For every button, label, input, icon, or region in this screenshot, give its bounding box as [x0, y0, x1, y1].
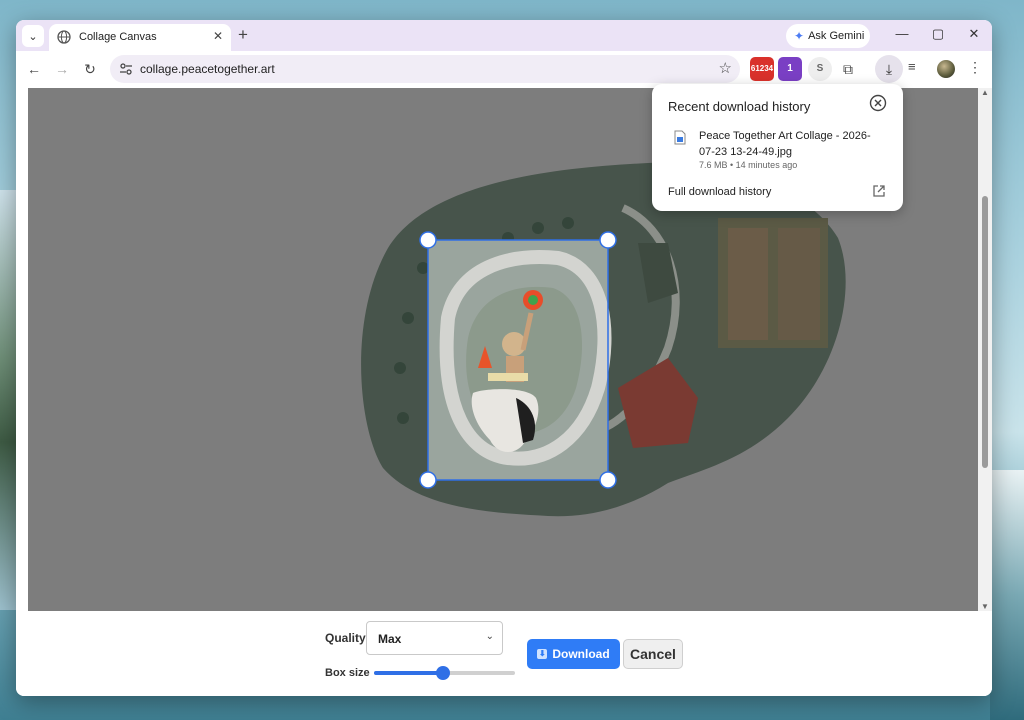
tab-collage-canvas[interactable]: Collage Canvas ✕ [49, 24, 231, 51]
scroll-down-icon[interactable]: ▼ [981, 602, 989, 611]
extensions-puzzle-icon[interactable]: ⧉ [836, 57, 860, 81]
resize-handle-top-left [419, 231, 437, 249]
minimize-icon[interactable]: — [890, 26, 914, 46]
image-file-icon [674, 130, 686, 145]
full-download-history-link[interactable]: Full download history [668, 186, 771, 198]
browser-toolbar: ← → ↻ collage.peacetogether.art ☆ 61234 … [16, 51, 992, 88]
download-history-popup: Recent download history Peace Together A… [652, 84, 903, 211]
site-settings-icon[interactable] [118, 61, 134, 77]
menu-dots-icon[interactable]: ⋮ [968, 59, 982, 76]
quality-label: Quality [325, 631, 366, 645]
ask-gemini-label: Ask Gemini [808, 30, 865, 42]
maximize-icon[interactable]: ▢ [926, 26, 950, 46]
new-tab-button[interactable]: + [238, 25, 248, 45]
download-controls-panel: Quality Max ⌄ Box size ⬇ Download Cancel [16, 611, 992, 696]
box-size-slider[interactable] [374, 666, 515, 680]
resize-handle-top-right [599, 231, 617, 249]
extension-purple-icon[interactable]: 1 [778, 57, 802, 81]
download-label: Download [552, 647, 610, 661]
address-bar[interactable]: collage.peacetogether.art ☆ [110, 55, 740, 83]
downloaded-file-name[interactable]: Peace Together Art Collage - 2026-07-23 … [699, 128, 879, 160]
cancel-button[interactable]: Cancel [623, 639, 683, 669]
extension-counter-icon[interactable]: 61234 [750, 57, 774, 81]
download-button[interactable]: ⬇ Download [527, 639, 620, 669]
bookmark-star-icon[interactable]: ☆ [719, 59, 732, 77]
close-tab-icon[interactable]: ✕ [213, 29, 223, 43]
quality-value: Max [378, 632, 402, 646]
vertical-scrollbar[interactable]: ▲ ▼ [978, 88, 992, 611]
ask-gemini-button[interactable]: ✦ Ask Gemini [786, 24, 870, 48]
quality-select[interactable]: Max ⌄ [366, 621, 503, 655]
resize-handle-bottom-right [599, 471, 617, 489]
extension-s-icon[interactable]: S [808, 57, 832, 81]
media-controls-icon[interactable]: ≡ [908, 59, 916, 74]
box-size-label: Box size [325, 667, 370, 679]
tab-search-button[interactable]: ⌄ [22, 25, 44, 47]
close-circle-icon[interactable] [869, 94, 887, 112]
downloaded-file-meta: 7.6 MB • 14 minutes ago [699, 160, 798, 170]
url-text: collage.peacetogether.art [140, 62, 275, 76]
profile-avatar[interactable] [937, 60, 955, 78]
chevron-down-icon: ⌄ [485, 631, 494, 642]
tab-title: Collage Canvas [79, 31, 157, 43]
tab-strip: ⌄ Collage Canvas ✕ + ✦ Ask Gemini — ▢ ✕ [16, 20, 992, 51]
slider-thumb[interactable] [436, 666, 451, 680]
globe-icon [57, 30, 71, 44]
resize-handle-bottom-left [419, 471, 437, 489]
forward-arrow-icon[interactable]: → [52, 59, 72, 79]
close-window-icon[interactable]: ✕ [962, 26, 986, 46]
popup-title: Recent download history [668, 99, 811, 114]
scroll-up-icon[interactable]: ▲ [981, 88, 989, 97]
slider-fill [374, 671, 444, 675]
scroll-thumb[interactable] [982, 196, 988, 468]
desktop-wallpaper-right [990, 470, 1024, 720]
gemini-sparkle-icon: ✦ [794, 29, 805, 43]
reload-icon[interactable]: ↻ [80, 59, 100, 79]
downloads-icon[interactable]: ⤓ [875, 55, 903, 83]
download-arrow-icon: ⬇ [537, 649, 548, 659]
back-arrow-icon[interactable]: ← [24, 59, 44, 79]
open-external-icon[interactable] [872, 184, 886, 198]
